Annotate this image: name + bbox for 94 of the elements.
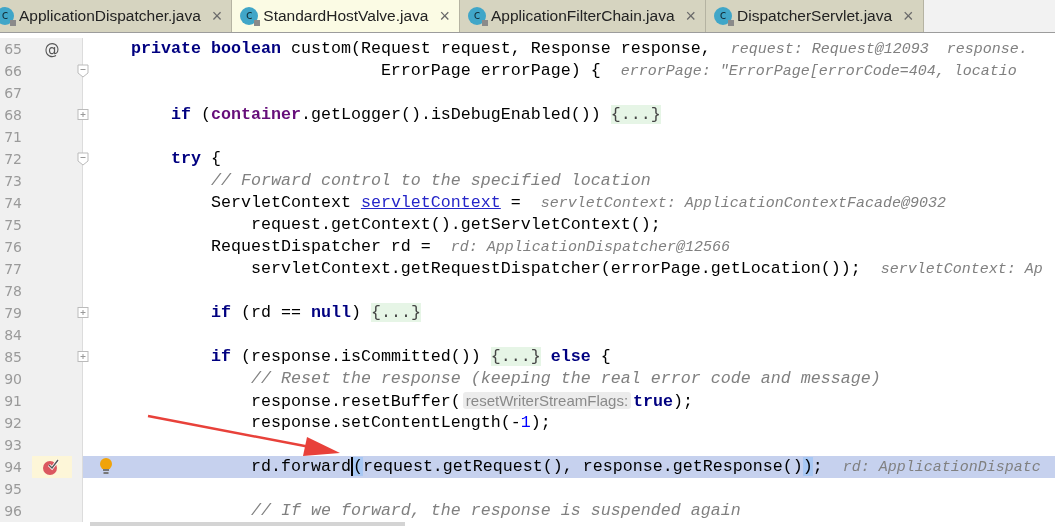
override-marker[interactable]: @ xyxy=(44,40,60,58)
file-tab[interactable]: c DispatcherServlet.java × xyxy=(706,0,924,32)
tab-label: StandardHostValve.java xyxy=(263,7,429,25)
breakpoint-icon[interactable] xyxy=(42,458,62,476)
parameter-hint: resetWriterStreamFlags: xyxy=(462,392,632,409)
line-number: 96 xyxy=(3,503,22,519)
code-comment: // If we forward, the response is suspended again xyxy=(250,501,741,520)
close-icon[interactable]: × xyxy=(685,5,697,27)
code-text: ServletContext xyxy=(210,193,352,212)
class-file-icon: c xyxy=(468,7,486,25)
field-name: container xyxy=(210,105,301,124)
variable-link[interactable]: servletContext xyxy=(360,193,501,212)
line-number: 66 xyxy=(3,63,22,79)
code-text: .getLogger().isDebugEnabled()) xyxy=(300,105,602,124)
code-text: ); xyxy=(530,413,551,432)
code-text: ) xyxy=(350,303,362,322)
line-number: 77 xyxy=(3,261,22,277)
code-comment: // Reset the response (keeping the real error code and message) xyxy=(250,369,881,388)
lightbulb-icon[interactable] xyxy=(99,457,113,477)
code-text: (rd == xyxy=(240,303,302,322)
line-number: 91 xyxy=(3,393,22,409)
tab-label: ApplicationDispatcher.java xyxy=(19,7,201,25)
code-text: ); xyxy=(673,392,694,411)
tab-label: ApplicationFilterChain.java xyxy=(491,7,675,25)
file-tab[interactable]: c ApplicationDispatcher.java × xyxy=(0,0,233,32)
collapse-icon[interactable] xyxy=(77,152,89,166)
tab-label: DispatcherServlet.java xyxy=(737,7,893,25)
line-number: 95 xyxy=(3,481,22,497)
keyword-text: true xyxy=(633,392,674,411)
line-number: 92 xyxy=(3,415,22,431)
line-number: 84 xyxy=(3,327,22,343)
inline-value-hint: rd: ApplicationDispatcher@12566 xyxy=(450,239,730,256)
code-text: RequestDispatcher rd = xyxy=(210,237,431,256)
line-number: 76 xyxy=(3,239,22,255)
line-number: 75 xyxy=(3,217,22,233)
code-comment: // Forward control to the specified location xyxy=(210,171,651,190)
code-text: request.getRequest(), response.getResponse() xyxy=(362,457,803,476)
code-text: rd.forward xyxy=(250,457,351,476)
line-number: 78 xyxy=(3,283,22,299)
line-number: 94 xyxy=(3,459,22,475)
code-text: ErrorPage errorPage) { xyxy=(380,61,601,80)
line-number: 68 xyxy=(3,107,22,123)
folded-code: {...} xyxy=(610,105,661,124)
class-file-icon: c xyxy=(0,7,14,25)
inline-value-hint: rd: ApplicationDispatc xyxy=(842,459,1041,476)
code-text: response.resetBuffer( xyxy=(250,392,461,411)
keyword-text: else xyxy=(550,347,591,366)
code-text: { xyxy=(210,149,221,168)
keyword-text: if xyxy=(210,303,231,322)
scrollbar-thumb[interactable] xyxy=(90,522,405,526)
line-number: 79 xyxy=(3,305,22,321)
keyword-text: null xyxy=(310,303,351,322)
close-icon[interactable]: × xyxy=(903,5,914,27)
code-text: request.getContext().getServletContext(); xyxy=(250,215,661,234)
code-text: servletContext.getRequestDispatcher(errorPage.getLocation()); xyxy=(250,259,861,278)
class-file-icon: c xyxy=(714,7,733,25)
keyword-text: private boolean xyxy=(131,39,281,58)
code-text: custom(Request request, Response response, xyxy=(290,39,711,58)
file-tab[interactable]: c ApplicationFilterChain.java × xyxy=(460,0,707,32)
matched-brace: ( xyxy=(350,457,363,476)
line-number: 72 xyxy=(3,151,22,167)
line-number: 67 xyxy=(3,85,22,101)
keyword-text: if xyxy=(170,105,191,124)
code-text: response.setContentLength(- xyxy=(250,413,521,432)
number-literal: 1 xyxy=(520,413,531,432)
code-text: = xyxy=(510,193,521,212)
code-text: { xyxy=(600,347,611,366)
folded-code: {...} xyxy=(370,303,421,322)
expand-icon[interactable] xyxy=(77,108,89,122)
line-number: 85 xyxy=(3,349,22,365)
matched-brace: ) xyxy=(802,457,813,476)
file-tab[interactable]: c StandardHostValve.java × xyxy=(232,0,460,32)
line-number: 73 xyxy=(3,173,22,189)
inline-value-hint: servletContext: Ap xyxy=(880,261,1043,278)
inline-value-hint: servletContext: ApplicationContextFacade@9032 xyxy=(540,195,946,212)
code-text: ; xyxy=(812,457,823,476)
expand-icon[interactable] xyxy=(77,306,89,320)
inline-value-hint: errorPage: "ErrorPage[errorCode=404, locatio xyxy=(620,63,1017,80)
line-number: 90 xyxy=(3,371,22,387)
close-icon[interactable]: × xyxy=(211,5,223,27)
line-number: 71 xyxy=(3,129,22,145)
line-number: 74 xyxy=(3,195,22,211)
inline-value-hint: request: Request@12093 response. xyxy=(730,41,1028,58)
collapse-icon[interactable] xyxy=(77,64,89,78)
close-icon[interactable]: × xyxy=(439,5,450,27)
line-number: 93 xyxy=(3,437,22,453)
keyword-text: if xyxy=(210,347,231,366)
keyword-text: try xyxy=(170,149,201,168)
line-number: 65 xyxy=(3,41,22,57)
expand-icon[interactable] xyxy=(77,350,89,364)
folded-code: {...} xyxy=(490,347,541,366)
code-text: (response.isCommitted()) xyxy=(240,347,482,366)
class-file-icon: c xyxy=(240,7,259,25)
code-text: ( xyxy=(200,105,211,124)
